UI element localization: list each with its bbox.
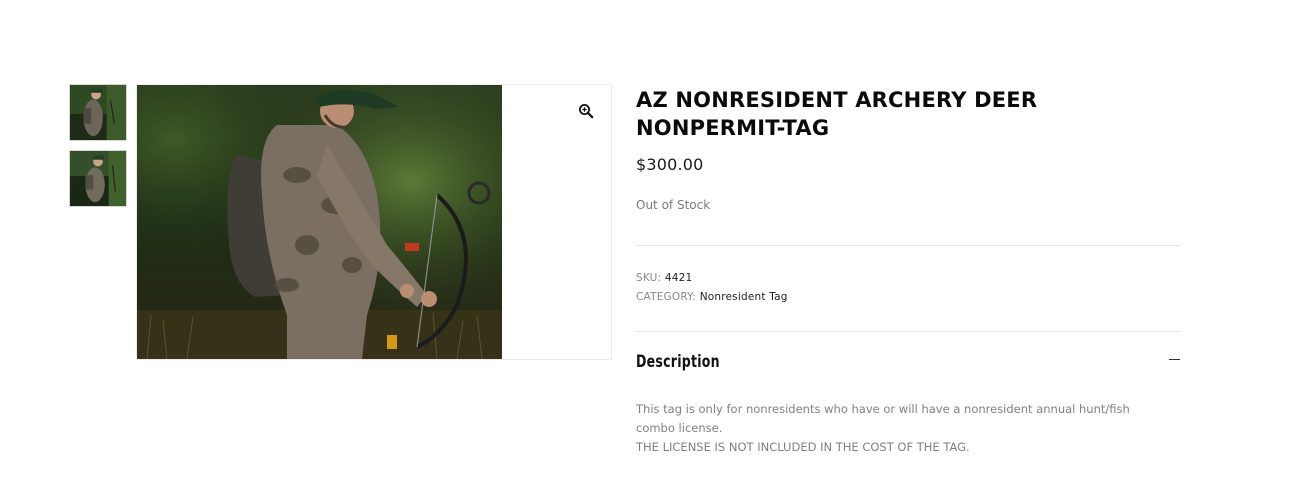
- description-body: This tag is only for nonresidents who ha…: [636, 400, 1156, 457]
- hunter-with-bow-photo: [137, 85, 502, 359]
- gallery-thumbnail-2[interactable]: [69, 150, 127, 207]
- divider: [636, 331, 1181, 332]
- divider: [636, 245, 1181, 246]
- category-link[interactable]: Nonresident Tag: [700, 291, 788, 303]
- zoom-button[interactable]: [578, 103, 594, 119]
- description-heading: Description: [636, 352, 720, 372]
- product-photo-thumbnail: [70, 151, 126, 206]
- description-text: This tag is only for nonresidents who ha…: [636, 402, 1130, 435]
- category-row: CATEGORY: Nonresident Tag: [636, 291, 788, 303]
- description-accordion-header[interactable]: Description: [636, 352, 1181, 378]
- main-product-image-frame[interactable]: [136, 84, 612, 360]
- zoom-in-icon: [579, 104, 594, 119]
- sku-label: SKU:: [636, 272, 662, 284]
- sku-value: 4421: [664, 272, 693, 284]
- product-photo-thumbnail: [70, 85, 126, 140]
- main-product-image: [137, 85, 502, 359]
- minus-icon[interactable]: [1169, 359, 1180, 360]
- stock-status: Out of Stock: [636, 198, 711, 212]
- sku-row: SKU: 4421: [636, 272, 692, 284]
- product-price: $300.00: [636, 155, 704, 174]
- gallery-thumbnail-1[interactable]: [69, 84, 127, 141]
- description-notice: THE LICENSE IS NOT INCLUDED IN THE COST …: [636, 440, 970, 454]
- category-label: CATEGORY:: [636, 291, 697, 303]
- product-title: AZ NONRESIDENT ARCHERY DEER NONPERMIT-TA…: [636, 88, 1038, 140]
